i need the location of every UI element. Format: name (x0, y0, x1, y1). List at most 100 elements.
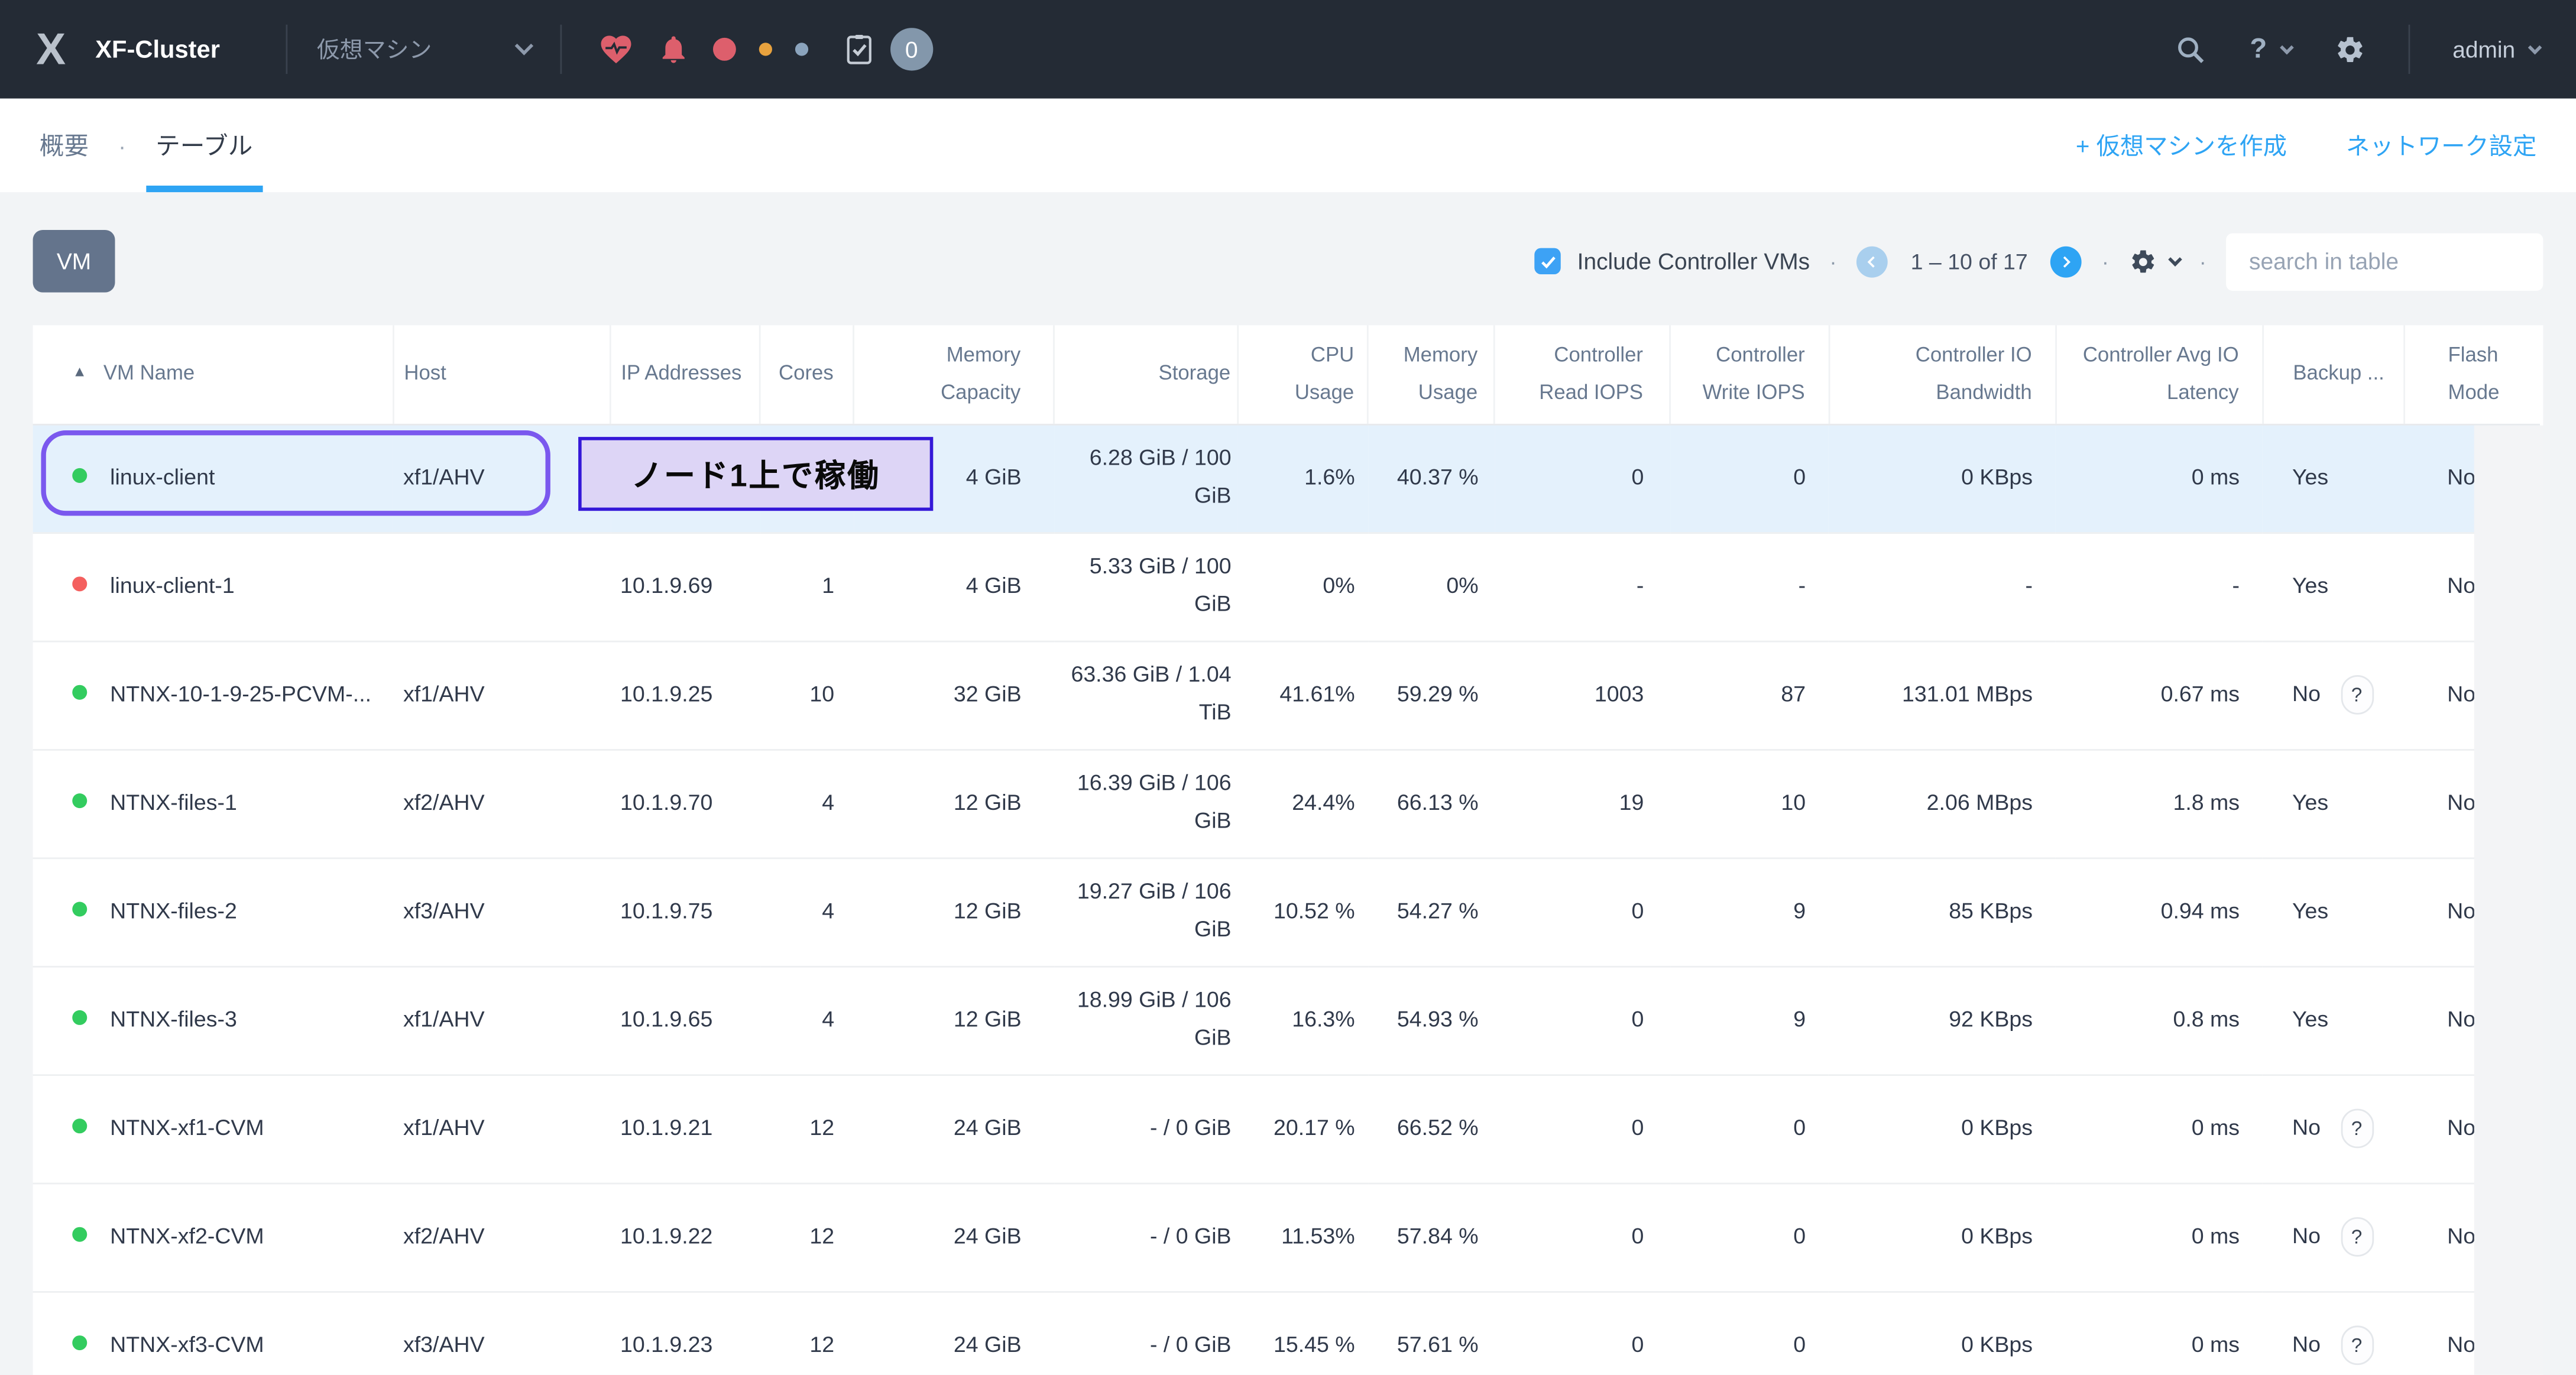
vm-controller-write-iops: 87 (1670, 641, 1829, 749)
entity-dropdown[interactable]: 仮想マシン (317, 33, 530, 66)
vm-memory-usage: 66.52 % (1368, 1074, 1495, 1182)
vm-cpu-usage: 15.45 % (1238, 1291, 1368, 1375)
vm-name[interactable]: NTNX-10-1-9-25-PCVM-... (110, 681, 371, 706)
include-controller-vms-checkbox[interactable] (1534, 248, 1560, 274)
prev-page-button[interactable] (1856, 245, 1888, 277)
col-header-vm-name[interactable]: ▲VM Name (33, 325, 394, 424)
next-page-button[interactable] (2051, 245, 2082, 277)
table-row[interactable]: NTNX-xf3-CVM xf3/AHV 10.1.9.23 12 24 GiB… (33, 1291, 2540, 1375)
vm-controller-io-bandwidth: 2.06 MBps (1829, 749, 2056, 857)
vm-memory-capacity: 32 GiB (854, 641, 1054, 749)
col-header-controller-avg-io-latency[interactable]: Controller Avg IO Latency (2056, 325, 2263, 424)
divider (2408, 25, 2410, 74)
vm-name[interactable]: NTNX-files-1 (110, 789, 237, 814)
table-row[interactable]: NTNX-10-1-9-25-PCVM-... xf1/AHV 10.1.9.2… (33, 641, 2540, 749)
vm-host: xf1/AHV (393, 1074, 610, 1182)
cluster-name[interactable]: XF-Cluster (95, 35, 220, 63)
vm-backup: No? (2263, 1183, 2405, 1291)
separator-dot: · (1830, 249, 1837, 274)
vm-host: xf1/AHV (393, 641, 610, 749)
col-header-controller-read-iops[interactable]: Controller Read IOPS (1495, 325, 1670, 424)
col-header-backup[interactable]: Backup ... (2263, 325, 2405, 424)
table-row[interactable]: NTNX-files-1 xf2/AHV 10.1.9.70 4 12 GiB … (33, 749, 2540, 857)
vm-memory-usage: 66.13 % (1368, 749, 1495, 857)
backup-help-icon[interactable]: ? (2340, 1326, 2373, 1366)
col-header-host[interactable]: Host (393, 325, 610, 424)
divider (286, 25, 287, 74)
backup-help-icon[interactable]: ? (2340, 1217, 2373, 1257)
vm-cpu-usage: 20.17 % (1238, 1074, 1368, 1182)
vm-name[interactable]: linux-client (110, 464, 215, 489)
global-search-button[interactable] (2176, 34, 2207, 65)
alert-warning-dot[interactable] (759, 43, 772, 56)
col-header-ip-addresses[interactable]: IP Addresses (610, 325, 760, 424)
gear-icon (2128, 247, 2156, 275)
create-vm-link[interactable]: + 仮想マシンを作成 (2076, 128, 2287, 163)
tab-separator: · (118, 132, 126, 158)
col-header-controller-write-iops[interactable]: Controller Write IOPS (1670, 325, 1829, 424)
vm-memory-capacity: 24 GiB (854, 1074, 1054, 1182)
separator-dot: · (2102, 249, 2109, 274)
vm-host (393, 532, 610, 640)
table-search-input[interactable] (2249, 248, 2546, 274)
backup-help-icon[interactable]: ? (2340, 1109, 2373, 1149)
vm-controller-avg-io-latency: 0 ms (2056, 424, 2263, 532)
table-row[interactable]: linux-client-1 10.1.9.69 1 4 GiB 5.33 Gi… (33, 532, 2540, 640)
table-row[interactable]: linux-client xf1/AHV 4 GiB 6.28 GiB / 10… (33, 424, 2540, 532)
vm-entity-button[interactable]: VM (33, 230, 115, 293)
vm-memory-capacity: 24 GiB (854, 1291, 1054, 1375)
table-row[interactable]: NTNX-xf2-CVM xf2/AHV 10.1.9.22 12 24 GiB… (33, 1183, 2540, 1291)
network-config-link[interactable]: ネットワーク設定 (2346, 128, 2536, 163)
vm-name[interactable]: NTNX-xf3-CVM (110, 1332, 264, 1357)
chevron-down-icon (2528, 40, 2542, 54)
table-row[interactable]: NTNX-xf1-CVM xf1/AHV 10.1.9.21 12 24 GiB… (33, 1074, 2540, 1182)
table-scrollbar-gutter[interactable] (2474, 426, 2543, 1375)
vm-controller-avg-io-latency: 0 ms (2056, 1183, 2263, 1291)
navbar-right: ? admin (2133, 25, 2540, 74)
vm-name[interactable]: NTNX-files-3 (110, 1006, 237, 1031)
col-header-memory-capacity[interactable]: Memory Capacity (854, 325, 1054, 424)
nutanix-x-logo-icon[interactable]: X (36, 24, 63, 74)
vm-memory-capacity: 12 GiB (854, 749, 1054, 857)
vm-memory-capacity: 4 GiB (854, 532, 1054, 640)
vm-status-dot (72, 1118, 87, 1133)
vm-storage: 63.36 GiB / 1.04 TiB (1054, 641, 1238, 749)
vm-host: xf1/AHV (393, 966, 610, 1074)
col-header-storage[interactable]: Storage (1054, 325, 1238, 424)
table-settings-button[interactable] (2128, 247, 2179, 275)
vm-name[interactable]: NTNX-files-2 (110, 898, 237, 923)
table-row[interactable]: NTNX-files-3 xf1/AHV 10.1.9.65 4 12 GiB … (33, 966, 2540, 1074)
tasks-count-badge[interactable]: 0 (890, 28, 933, 70)
table-row[interactable]: NTNX-files-2 xf3/AHV 10.1.9.75 4 12 GiB … (33, 857, 2540, 965)
vm-memory-usage: 0% (1368, 532, 1495, 640)
help-menu[interactable]: ? (2250, 33, 2292, 66)
settings-button[interactable] (2334, 34, 2366, 65)
col-header-memory-usage[interactable]: Memory Usage (1368, 325, 1495, 424)
alerts-bell-icon[interactable] (657, 33, 690, 66)
backup-help-icon[interactable]: ? (2340, 675, 2373, 715)
col-header-controller-io-bandwidth[interactable]: Controller IO Bandwidth (1829, 325, 2056, 424)
health-heart-icon[interactable] (598, 31, 634, 67)
tab-overview[interactable]: 概要 (40, 99, 89, 192)
admin-menu[interactable]: admin (2452, 36, 2540, 62)
vm-memory-capacity: 12 GiB (854, 857, 1054, 965)
checkmark-icon (1538, 252, 1557, 271)
col-header-cores[interactable]: Cores (760, 325, 854, 424)
tasks-clipboard-icon[interactable] (844, 33, 874, 66)
vm-name[interactable]: NTNX-xf2-CVM (110, 1223, 264, 1248)
vm-controller-write-iops: 0 (1670, 1291, 1829, 1375)
vm-memory-capacity: 24 GiB (854, 1183, 1054, 1291)
vm-status-dot (72, 1335, 87, 1350)
col-header-flash-mode[interactable]: Flash Mode (2405, 325, 2540, 424)
vm-name[interactable]: linux-client-1 (110, 572, 235, 597)
vm-controller-avg-io-latency: - (2056, 532, 2263, 640)
tab-table[interactable]: テーブル (155, 99, 252, 192)
vm-name[interactable]: NTNX-xf1-CVM (110, 1114, 264, 1139)
vm-table-card: ▲VM Name Host IP Addresses Cores Memory … (33, 325, 2543, 1375)
col-header-cpu-usage[interactable]: CPU Usage (1238, 325, 1368, 424)
vm-storage: 6.28 GiB / 100 GiB (1054, 424, 1238, 532)
vm-storage: - / 0 GiB (1054, 1183, 1238, 1291)
table-controls: VM Include Controller VMs · 1 – 10 of 17 (33, 230, 2543, 293)
alert-critical-dot[interactable] (713, 38, 736, 61)
alert-info-dot[interactable] (795, 43, 808, 56)
